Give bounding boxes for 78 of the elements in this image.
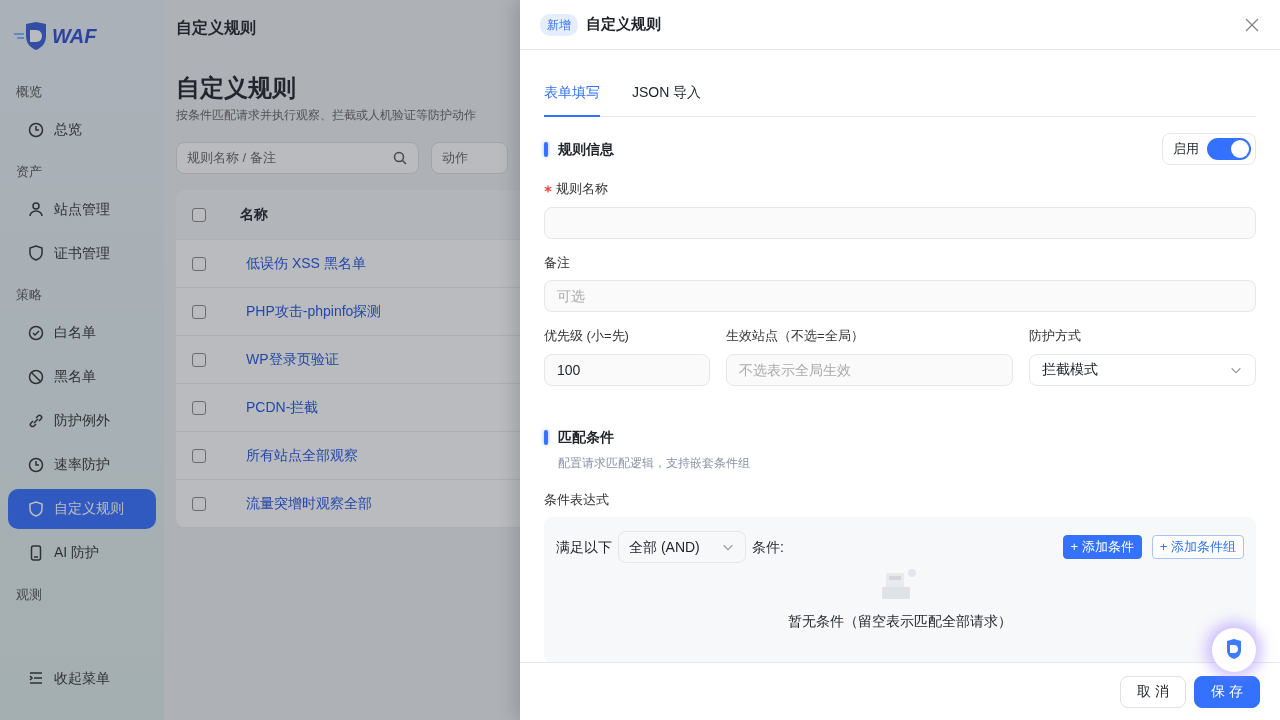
empty-message: 暂无条件（留空表示匹配全部请求） (788, 612, 1012, 631)
checkbox[interactable] (192, 352, 206, 367)
checkbox[interactable] (192, 256, 206, 271)
condition-prefix: 满足以下 (556, 537, 612, 557)
column-header: 名称 (240, 205, 268, 224)
menu-icon (28, 670, 44, 686)
shield-icon (28, 500, 44, 517)
field-label: 防护方式 (1029, 327, 1081, 345)
field-label: 规则名称 (556, 180, 608, 198)
rule-name-link[interactable]: PCDN-拦截 (246, 397, 319, 418)
tab[interactable]: 表单填写 (544, 72, 600, 117)
rule-name-link[interactable]: 低误伤 XSS 黑名单 (246, 253, 366, 274)
status-badge: 新增 (540, 13, 578, 36)
sidebar-item[interactable]: AI 防护 (8, 532, 156, 573)
sidebar-item[interactable]: 黑名单 (8, 356, 156, 397)
checkbox[interactable] (192, 400, 206, 415)
section-description: 配置请求匹配逻辑，支持嵌套条件组 (558, 454, 751, 472)
field-label: 条件表达式 (544, 490, 610, 509)
switch-label: 启用 (1173, 140, 1199, 159)
page-header-title: 自定义规则 (176, 18, 257, 38)
input-field[interactable]: 100 (544, 353, 710, 386)
drawer-title: 自定义规则 (586, 14, 661, 35)
input-field[interactable] (544, 206, 1256, 239)
sidebar-section-label: 概览 (15, 83, 43, 101)
sidebar-item[interactable]: 总览 (8, 109, 156, 150)
section-title: 匹配条件 (558, 428, 614, 447)
shield-logo-icon (12, 20, 48, 52)
checkbox[interactable] (192, 496, 206, 511)
save-button[interactable]: 保 存 (1194, 675, 1260, 708)
sidebar-item[interactable]: 白名单 (8, 312, 156, 353)
page-subtitle: 按条件匹配请求并执行观察、拦截或人机验证等防护动作 (176, 107, 477, 124)
search-field[interactable]: 规则名称 / 备注 (176, 142, 420, 174)
cancel-button[interactable]: 取 消 (1120, 675, 1187, 708)
action-filter[interactable]: 动作 (431, 142, 508, 174)
clock-icon (28, 456, 44, 473)
field-label: 生效站点（不选=全局） (726, 327, 864, 345)
close-icon (1244, 16, 1260, 33)
tab[interactable]: JSON 导入 (632, 72, 702, 117)
input-field[interactable]: 不选表示全局生效 (726, 353, 1013, 386)
rule-name-link[interactable]: 流量突增时观察全部 (246, 493, 372, 514)
field-label: 优先级 (小=先) (544, 327, 629, 345)
shield-icon (28, 245, 44, 261)
sidebar-item[interactable]: 速率防护 (8, 444, 156, 485)
sidebar-item[interactable]: 站点管理 (8, 189, 156, 229)
logic-select[interactable]: 全部 (AND) (618, 531, 746, 563)
check-circle-icon (28, 324, 44, 341)
sidebar-item[interactable]: 自定义规则 (8, 488, 156, 529)
rule-name-link[interactable]: WP登录页验证 (246, 349, 339, 370)
add-group-button[interactable]: + 添加条件组 (1151, 535, 1244, 559)
add-condition-button[interactable]: + 添加条件 (1062, 535, 1142, 559)
page-title: 自定义规则 (176, 73, 297, 103)
clock-icon (28, 121, 44, 138)
checkbox[interactable] (192, 207, 206, 222)
checkbox[interactable] (192, 448, 206, 463)
sidebar-item[interactable]: 防护例外 (8, 400, 156, 441)
collapse-menu-button[interactable]: 收起菜单 (8, 658, 156, 698)
section-marker (544, 430, 548, 445)
checkbox[interactable] (192, 304, 206, 319)
input-field[interactable]: 可选 (544, 280, 1256, 312)
people-icon (28, 201, 44, 217)
toggle-switch[interactable] (1207, 138, 1251, 160)
sidebar-section-label: 策略 (15, 286, 43, 304)
rule-name-link[interactable]: PHP攻击-phpinfo探测 (246, 301, 382, 322)
search-icon (392, 150, 409, 166)
rule-name-link[interactable]: 所有站点全部观察 (246, 445, 358, 466)
section-title: 规则信息 (558, 139, 614, 159)
sidebar-item[interactable]: 证书管理 (8, 233, 156, 273)
close-button[interactable] (1244, 16, 1260, 33)
select-field[interactable]: 拦截模式 (1029, 353, 1256, 386)
device-icon (28, 544, 44, 561)
condition-suffix: 条件: (752, 537, 784, 557)
sidebar-section-label: 观测 (15, 585, 43, 604)
field-label: 备注 (544, 253, 570, 272)
section-marker (544, 141, 548, 157)
logo-text: WAF (52, 24, 97, 49)
sidebar-section-label: 资产 (15, 162, 43, 181)
link-icon (28, 412, 44, 429)
ban-icon (28, 368, 44, 385)
